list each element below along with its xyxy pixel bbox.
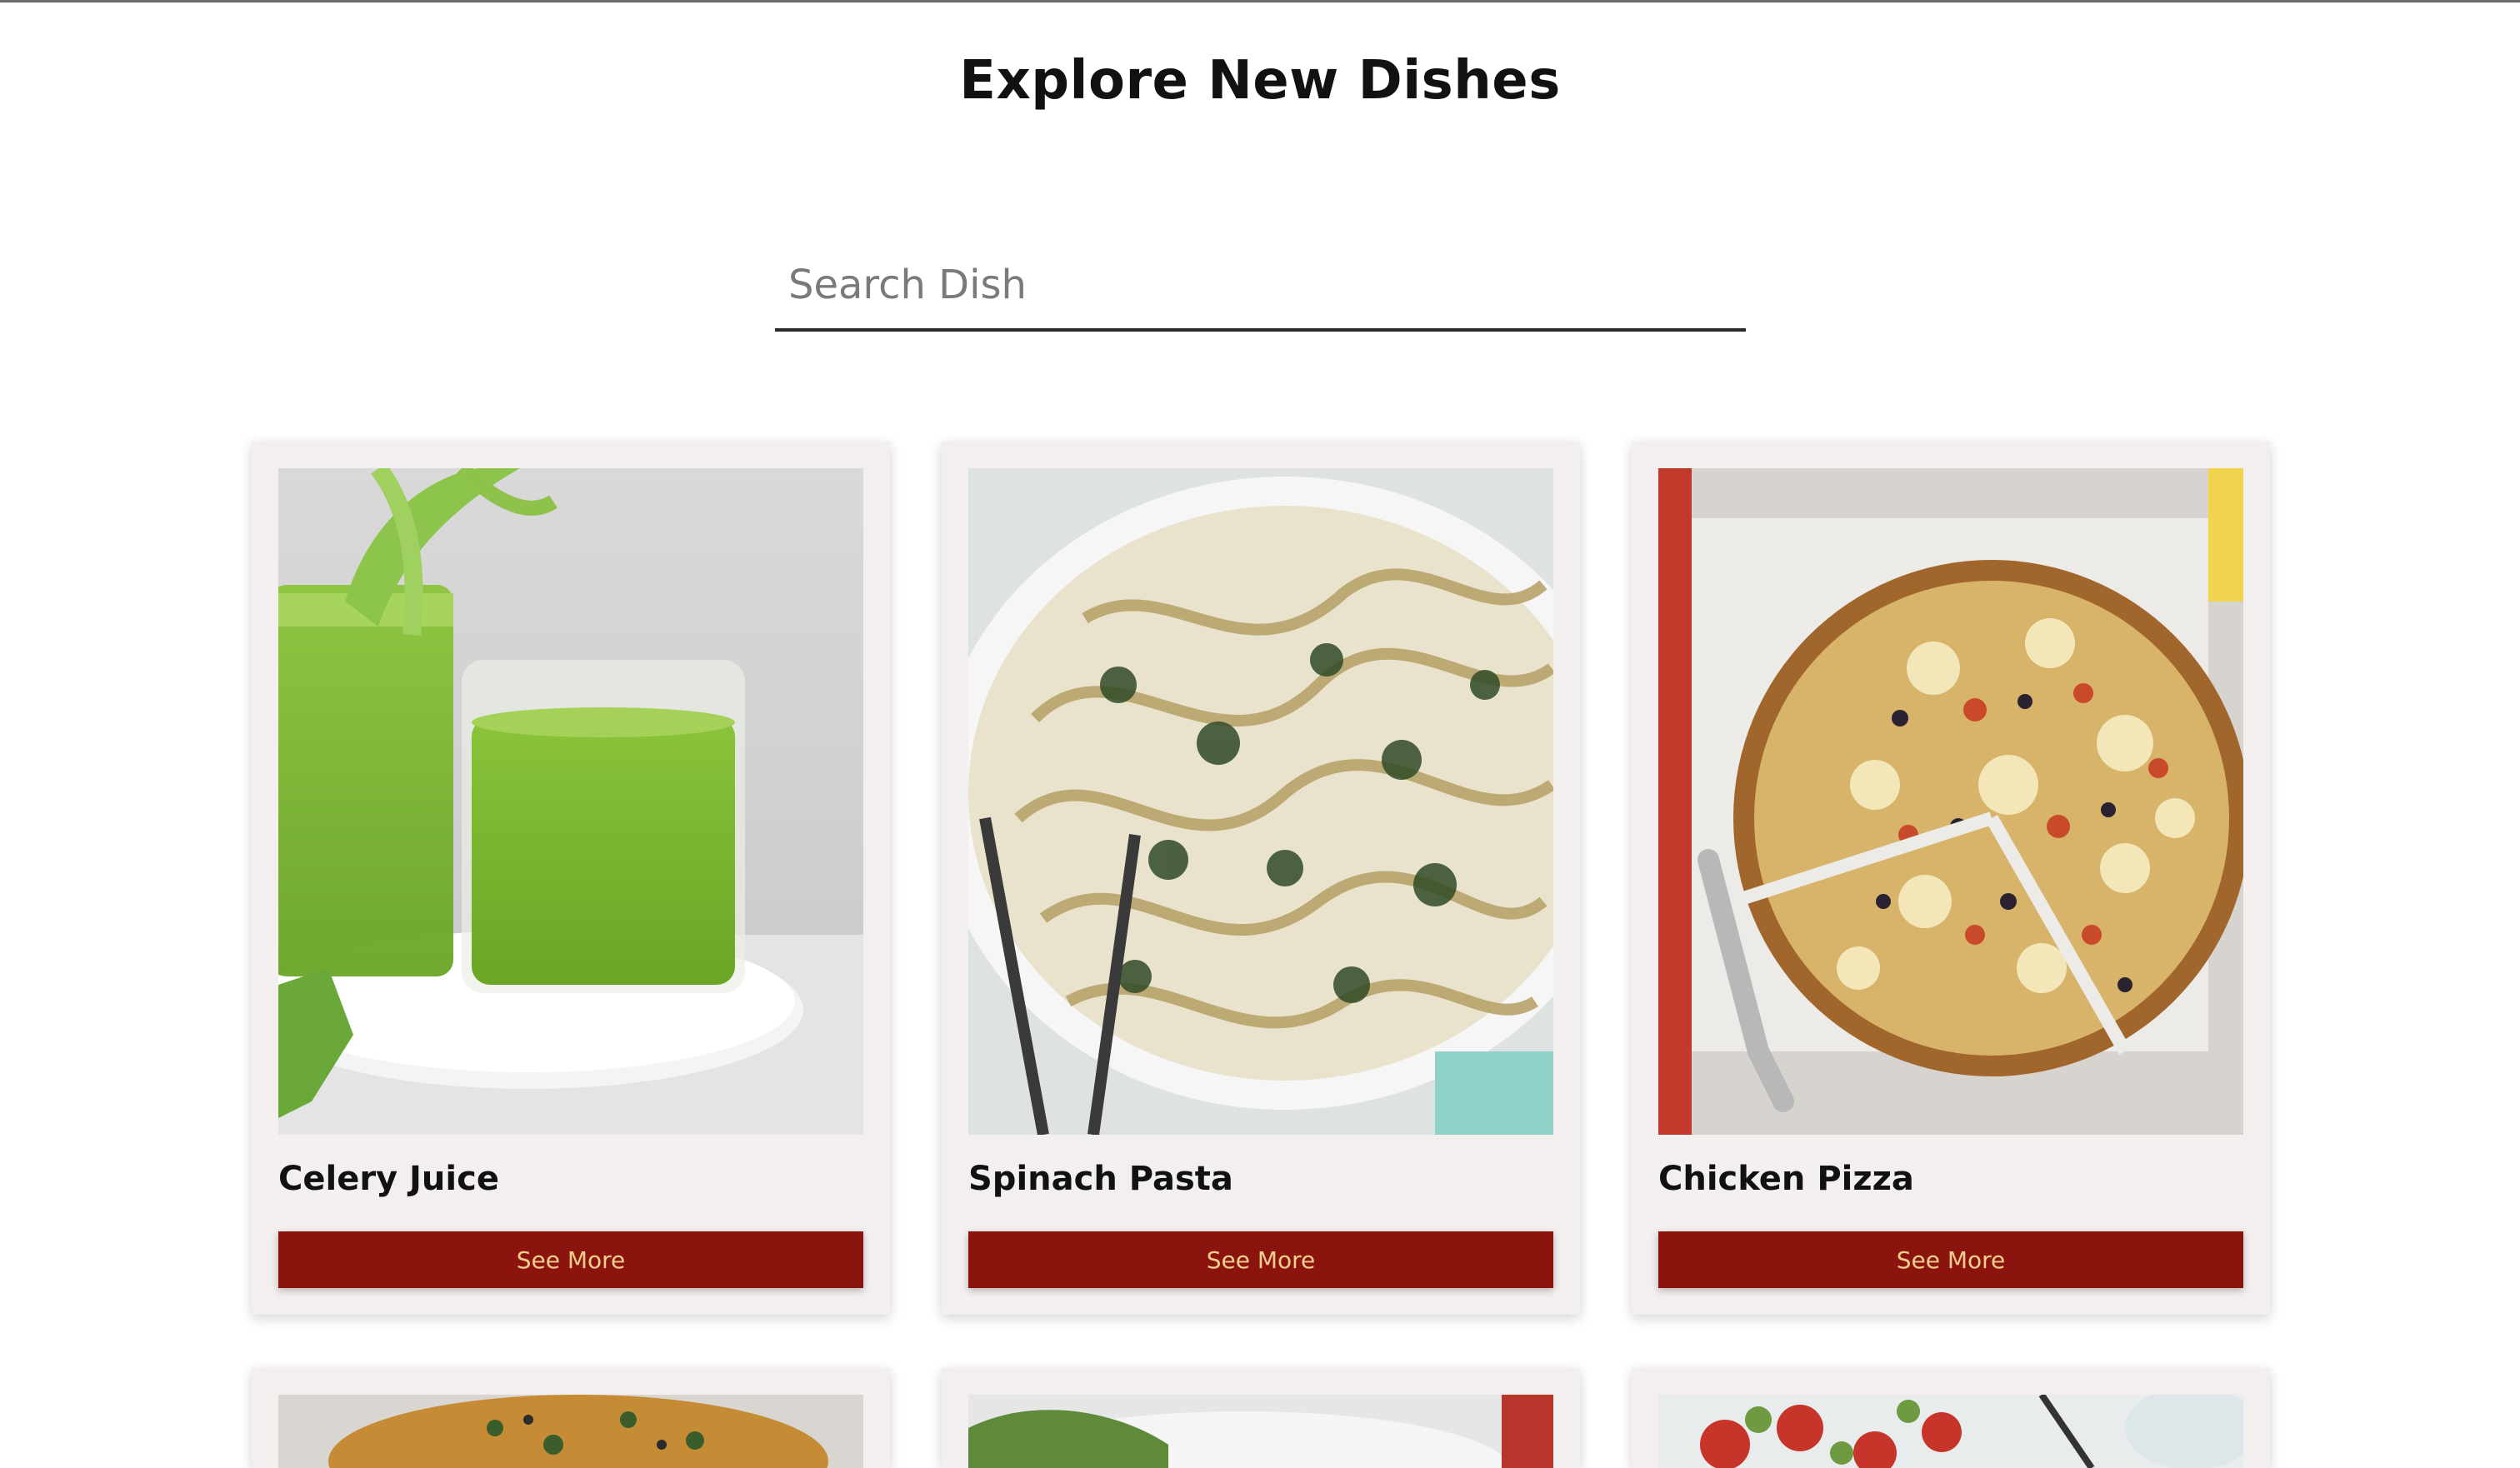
dish-card [1632,1368,2270,1468]
spinach-pasta-photo [968,468,1553,1135]
leafy-dish-photo [968,1395,1553,1468]
dish-image[interactable] [278,468,863,1135]
dish-name: Chicken Pizza [1658,1160,1914,1198]
search-input[interactable] [775,242,1746,332]
dish-card: Chicken Pizza See More [1632,442,2270,1315]
dish-name: Spinach Pasta [968,1160,1233,1198]
dish-image[interactable] [278,1395,863,1468]
dish-image[interactable] [968,1395,1553,1468]
dish-card: Spinach Pasta See More [942,442,1580,1315]
search-bar [775,242,1746,335]
dish-image[interactable] [1658,1395,2243,1468]
dish-image[interactable] [968,468,1553,1135]
top-divider [0,0,2520,2]
dish-card: Celery Juice See More [252,442,890,1315]
chicken-pizza-photo [1658,468,2243,1135]
celery-juice-photo [278,468,863,1135]
tomato-salad-photo [1658,1395,2243,1468]
see-more-button[interactable]: See More [968,1231,1553,1288]
dish-name: Celery Juice [278,1160,499,1198]
dish-card [942,1368,1580,1468]
see-more-button[interactable]: See More [278,1231,863,1288]
dish-card [252,1368,890,1468]
page-title: Explore New Dishes [959,50,1561,112]
see-more-button[interactable]: See More [1658,1231,2243,1288]
herb-flatbread-photo [278,1395,863,1468]
dish-image[interactable] [1658,468,2243,1135]
